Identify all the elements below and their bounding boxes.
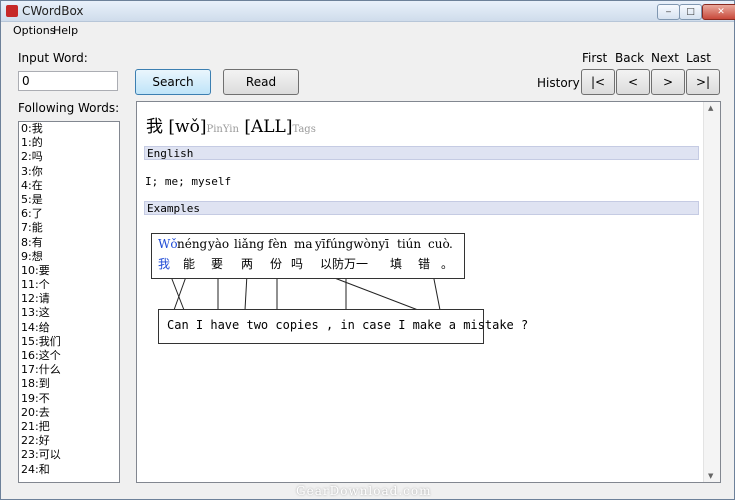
following-words-list[interactable]: 0:我 1:的 2:吗 3:你 4:在 5:是 6:了 7:能 8:有 9:想 10:要 11:个 12… (18, 121, 120, 483)
following-word-item[interactable]: 4:在 (19, 179, 119, 193)
following-word-item[interactable]: 11:个 (19, 278, 119, 292)
app-icon (6, 5, 18, 17)
maximize-button[interactable]: □ (679, 4, 702, 20)
pinyin-token: ma (294, 237, 313, 251)
following-word-item[interactable]: 6:了 (19, 207, 119, 221)
title-bar[interactable]: CWordBox ‒ □ ✕ (1, 1, 735, 22)
history-back-button[interactable]: < (616, 69, 650, 95)
search-button[interactable]: Search (135, 69, 211, 95)
alignment-line (432, 273, 441, 311)
back-label: Back (615, 51, 645, 65)
hanzi-token: 吗 (291, 257, 304, 271)
pinyin-token: fèn (268, 237, 288, 251)
hanzi-token: 。 (441, 257, 454, 271)
pinyin-token: Wǒ (158, 237, 178, 251)
history-last-button[interactable]: >| (686, 69, 720, 95)
watermark: GearDownload.com (296, 484, 432, 498)
last-label: Last (686, 51, 711, 65)
pinyin-token: tiún (397, 237, 422, 251)
alignment-line (173, 273, 188, 311)
hanzi-token: 份 (270, 257, 283, 271)
example-chinese-box: Wǒnéngyào liǎng fèn ma yīfúngwònyī tiún cuò. 我… (151, 233, 465, 279)
following-word-item[interactable]: 21:把 (19, 420, 119, 434)
following-word-item[interactable]: 23:可以 (19, 448, 119, 462)
history-next-button[interactable]: > (651, 69, 685, 95)
following-word-item[interactable]: 12:请 (19, 292, 119, 306)
first-label: First (582, 51, 608, 65)
following-word-item[interactable]: 5:是 (19, 193, 119, 207)
pinyin-token: néng (177, 237, 208, 251)
alignment-lines (169, 263, 466, 329)
scroll-down-icon[interactable]: ▼ (708, 472, 713, 480)
following-word-item[interactable]: 20:去 (19, 406, 119, 420)
following-word-item[interactable]: 19:不 (19, 392, 119, 406)
following-words-label: Following Words: (18, 101, 120, 115)
following-word-item[interactable]: 18:到 (19, 377, 119, 391)
following-word-item[interactable]: 16:这个 (19, 349, 119, 363)
menu-help[interactable]: Help (53, 24, 78, 37)
menu-bar: Options Help (1, 22, 734, 38)
following-word-item[interactable]: 24:和 (19, 463, 119, 477)
alignment-line (169, 273, 185, 311)
following-word-item[interactable]: 7:能 (19, 221, 119, 235)
following-word-item[interactable]: 2:吗 (19, 150, 119, 164)
hanzi-token: 能 (183, 257, 196, 271)
close-button[interactable]: ✕ (702, 4, 735, 20)
pinyin-token: . (449, 237, 453, 251)
menu-options[interactable]: Options (13, 24, 55, 37)
input-word-field[interactable]: 0 (18, 71, 118, 91)
following-word-item[interactable]: 10:要 (19, 264, 119, 278)
history-first-button[interactable]: |< (581, 69, 615, 95)
following-word-item[interactable]: 1:的 (19, 136, 119, 150)
hanzi-token: 两 (241, 257, 254, 271)
following-word-item[interactable]: 0:我 (19, 122, 119, 136)
hanzi-token: 填 (390, 257, 403, 271)
hanzi-token: 要 (211, 257, 224, 271)
input-word-label: Input Word: (18, 51, 88, 65)
read-button[interactable]: Read (223, 69, 299, 95)
pinyin-token: cuò (428, 237, 450, 251)
entry-display[interactable]: 我 [wǒ]PinYin [ALL]Tags English I; me; my… (136, 101, 721, 483)
following-word-item[interactable]: 9:想 (19, 250, 119, 264)
pinyin-token: yīfúngwònyī (315, 237, 390, 251)
minimize-button[interactable]: ‒ (657, 4, 680, 20)
next-label: Next (651, 51, 679, 65)
scroll-up-icon[interactable]: ▲ (708, 104, 713, 112)
hanzi-token: 我 (158, 257, 171, 271)
example-english: Can I have two copies , in case I make a… (167, 318, 529, 332)
following-word-item[interactable]: 14:给 (19, 321, 119, 335)
following-word-item[interactable]: 8:有 (19, 236, 119, 250)
example-english-box: Can I have two copies , in case I make a… (158, 309, 528, 344)
pinyin-token: liǎng (234, 237, 265, 251)
vertical-scrollbar[interactable]: ▲ ▼ (703, 102, 720, 482)
following-word-item[interactable]: 15:我们 (19, 335, 119, 349)
hanzi-token: 以防万一 (320, 257, 369, 271)
app-window: CWordBox ‒ □ ✕ Options Help Input Word: … (0, 0, 735, 500)
following-word-item[interactable]: 3:你 (19, 165, 119, 179)
window-title: CWordBox (22, 4, 84, 18)
following-word-item[interactable]: 22:好 (19, 434, 119, 448)
example-pinyin-row: Wǒnéngyào liǎng fèn ma yīfúngwònyī tiún cuò. (158, 237, 453, 251)
hanzi-token: 错 (418, 257, 431, 271)
following-word-item[interactable]: 13:这 (19, 306, 119, 320)
example-hanzi-row: 我能 要 两 份吗 以防万一 填 错。 (158, 255, 453, 272)
history-label: History (537, 76, 580, 90)
following-word-item[interactable]: 17:什么 (19, 363, 119, 377)
pinyin-token: yào (208, 237, 230, 251)
alignment-line (244, 273, 248, 311)
